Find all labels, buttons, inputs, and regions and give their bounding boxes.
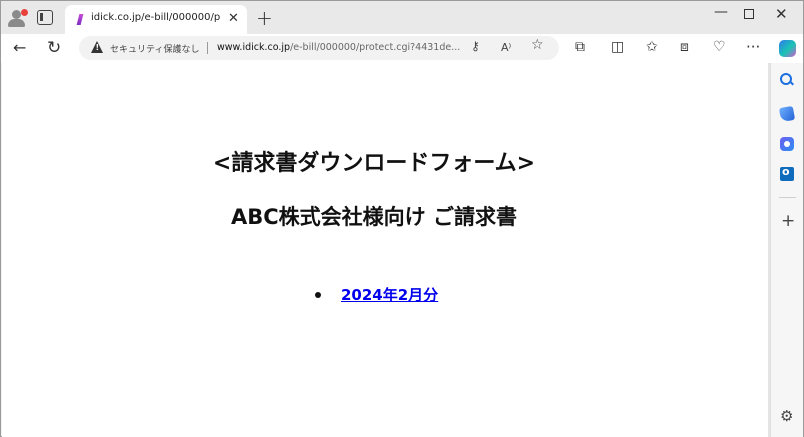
tab-actions-icon[interactable] (37, 10, 53, 25)
minimize-button[interactable]: — (714, 4, 728, 20)
tab-title: idick.co.jp/e-bill/000000/protect (91, 12, 221, 23)
extensions-icon[interactable]: ⧉ (575, 39, 585, 55)
address-divider (207, 42, 208, 54)
games-icon[interactable] (780, 137, 794, 151)
close-window-button[interactable]: ✕ (775, 5, 788, 23)
title-bar: idick.co.jp/e-bill/000000/protect ✕ + — … (1, 1, 803, 34)
list-bullet (315, 292, 321, 298)
url-path: /e-bill/000000/protect.cgi?4431de... (290, 42, 461, 53)
tab-close-icon[interactable]: ✕ (228, 11, 239, 26)
site-favicon-icon (76, 14, 84, 25)
back-button[interactable]: ← (13, 38, 26, 57)
password-key-icon[interactable]: ⚷ (471, 39, 480, 53)
security-status-text[interactable]: セキュリティ保護なし (110, 42, 199, 55)
browser-window: idick.co.jp/e-bill/000000/protect ✕ + — … (0, 0, 804, 437)
favorite-star-icon[interactable]: ☆ (531, 37, 544, 53)
new-tab-button[interactable]: + (256, 6, 273, 30)
maximize-button[interactable] (744, 9, 754, 19)
url-text[interactable]: www.idick.co.jp/e-bill/000000/protect.cg… (217, 42, 462, 53)
profile-icon[interactable] (7, 8, 29, 28)
navigation-bar: ← ↻ セキュリティ保護なし www.idick.co.jp/e-bill/00… (1, 34, 803, 63)
browser-essentials-icon[interactable]: ♡ (713, 39, 726, 55)
search-icon[interactable] (780, 73, 794, 87)
url-host: www.idick.co.jp (217, 42, 291, 53)
edge-sidebar: + ⚙ (770, 63, 803, 437)
copilot-icon[interactable] (779, 40, 796, 57)
add-sidebar-app-icon[interactable]: + (781, 211, 795, 231)
refresh-button[interactable]: ↻ (47, 38, 61, 58)
page-viewport: <請求書ダウンロードフォーム> ABC株式会社様向け ご請求書 2024年2月分 (2, 63, 770, 437)
address-bar[interactable]: セキュリティ保護なし www.idick.co.jp/e-bill/000000… (79, 36, 559, 60)
page-subtitle: ABC株式会社様向け ご請求書 (231, 205, 517, 229)
shopping-tag-icon[interactable] (778, 105, 796, 123)
not-secure-warning-icon[interactable] (91, 41, 103, 53)
split-screen-icon[interactable]: ◫ (611, 39, 624, 55)
more-menu-icon[interactable]: ··· (746, 38, 760, 56)
notification-dot (21, 9, 28, 16)
page-title: <請求書ダウンロードフォーム> (212, 151, 536, 176)
tab-active[interactable]: idick.co.jp/e-bill/000000/protect ✕ (65, 5, 247, 34)
outlook-icon[interactable] (780, 165, 794, 181)
favorites-icon[interactable]: ✩ (646, 39, 658, 55)
collections-icon[interactable]: ⧈ (680, 39, 689, 55)
read-aloud-icon[interactable]: A⁾ (501, 41, 511, 54)
invoice-link-2024-02[interactable]: 2024年2月分 (341, 284, 438, 305)
gear-icon[interactable]: ⚙ (780, 407, 793, 425)
sidebar-divider (779, 197, 796, 198)
